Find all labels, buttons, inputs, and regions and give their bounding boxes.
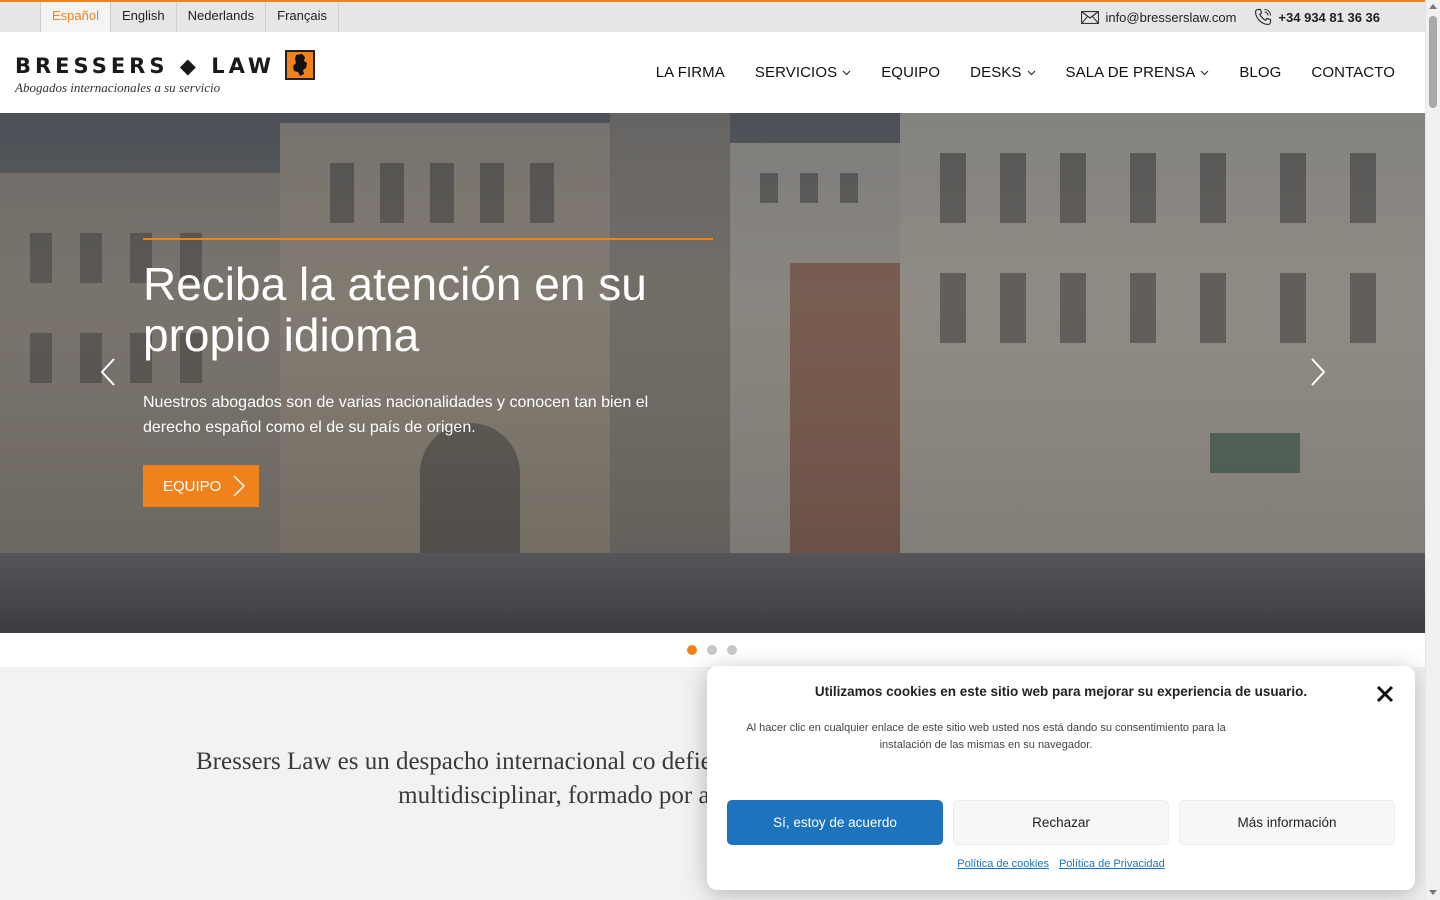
nav-la-firma[interactable]: LA FIRMA bbox=[656, 64, 725, 81]
cookie-title: Utilizamos cookies en este sitio web par… bbox=[814, 684, 1308, 699]
phone-link[interactable]: +34 934 81 36 36 bbox=[1254, 8, 1380, 26]
cookie-consent-dialog: Utilizamos cookies en este sitio web par… bbox=[707, 666, 1415, 890]
close-icon bbox=[1376, 685, 1394, 703]
email-text: info@bresserslaw.com bbox=[1105, 9, 1237, 25]
hero-title: Reciba la atención en su propio idioma bbox=[143, 258, 647, 361]
nav-label: BLOG bbox=[1239, 64, 1282, 81]
chevron-down-icon bbox=[842, 70, 851, 75]
slider-dot-1[interactable] bbox=[687, 645, 697, 655]
cookie-message: Al hacer clic en cualquier enlace de est… bbox=[746, 722, 1226, 751]
cookie-more-info-button[interactable]: Más información bbox=[1179, 800, 1395, 845]
slider-dot-3[interactable] bbox=[727, 645, 737, 655]
nav-desks[interactable]: DESKS bbox=[970, 64, 1035, 81]
slider-next-button[interactable] bbox=[1306, 355, 1330, 389]
cookie-policy-link[interactable]: Política de cookies bbox=[957, 858, 1049, 870]
nav-label: LA FIRMA bbox=[655, 64, 725, 81]
lang-espanol[interactable]: Español bbox=[40, 2, 111, 32]
cookie-policy-links: Política de cookies Política de Privacid… bbox=[707, 858, 1415, 870]
logo-wordmark: BRESSERS ◆ LAW bbox=[15, 54, 276, 78]
envelope-icon bbox=[1081, 10, 1100, 24]
top-bar: Español English Nederlands Français info… bbox=[0, 0, 1425, 32]
nav-equipo[interactable]: EQUIPO bbox=[881, 64, 940, 81]
nav-servicios[interactable]: SERVICIOS bbox=[755, 64, 851, 81]
cookie-deny-button[interactable]: Rechazar bbox=[953, 800, 1169, 845]
site-logo[interactable]: BRESSERS ◆ LAW Abogados internacionales … bbox=[15, 50, 315, 98]
scrollbar-thumb[interactable] bbox=[1429, 16, 1437, 108]
logo-tagline: Abogados internacionales a su servicio bbox=[15, 80, 221, 95]
hero-slider: Reciba la atención en su propio idioma N… bbox=[0, 113, 1425, 633]
equipo-button-label: EQUIPO bbox=[163, 477, 222, 495]
cookie-close-button[interactable] bbox=[1374, 683, 1396, 705]
slider-pagination bbox=[687, 645, 737, 655]
lang-english[interactable]: English bbox=[111, 2, 177, 32]
hero-description: Nuestros abogados son de varias nacional… bbox=[143, 394, 649, 436]
chevron-right-icon bbox=[233, 475, 246, 497]
nav-contacto[interactable]: CONTACTO bbox=[1311, 64, 1395, 81]
phone-icon bbox=[1255, 8, 1272, 26]
chevron-down-icon bbox=[1200, 70, 1209, 75]
slider-prev-button[interactable] bbox=[96, 355, 120, 389]
main-nav: LA FIRMA SERVICIOS EQUIPO DESKS SALA DE … bbox=[656, 32, 1395, 113]
email-link[interactable]: info@bresserslaw.com bbox=[1081, 10, 1236, 25]
top-contact: info@bresserslaw.com +34 934 81 36 36 bbox=[1081, 2, 1380, 32]
nav-sala-de-prensa[interactable]: SALA DE PRENSA bbox=[1066, 64, 1210, 81]
chevron-down-icon bbox=[1027, 70, 1035, 75]
netherlands-map-icon bbox=[285, 50, 315, 80]
chevron-right-icon bbox=[1311, 358, 1326, 386]
lang-nederlands[interactable]: Nederlands bbox=[177, 2, 267, 32]
language-switcher: Español English Nederlands Français bbox=[40, 2, 339, 32]
site-header: BRESSERS ◆ LAW Abogados internacionales … bbox=[0, 32, 1425, 113]
nav-blog[interactable]: BLOG bbox=[1239, 64, 1281, 81]
privacy-policy-link[interactable]: Política de Privacidad bbox=[1059, 858, 1165, 870]
slider-dot-2[interactable] bbox=[707, 645, 717, 655]
nav-label: DESKS bbox=[970, 64, 1022, 81]
street-ground bbox=[0, 553, 1425, 633]
equipo-button[interactable]: EQUIPO bbox=[143, 465, 259, 507]
chevron-left-icon bbox=[100, 358, 115, 386]
phone-text: +34 934 81 36 36 bbox=[1278, 9, 1380, 25]
nav-label: EQUIPO bbox=[881, 64, 941, 81]
scroll-up-arrow-icon[interactable] bbox=[1429, 4, 1437, 9]
scroll-down-arrow-icon[interactable] bbox=[1429, 890, 1437, 895]
hero-accent-line bbox=[143, 238, 713, 240]
nav-label: SALA DE PRENSA bbox=[1065, 64, 1196, 81]
nav-label: CONTACTO bbox=[1311, 64, 1395, 81]
page-scrollbar[interactable] bbox=[1425, 0, 1440, 900]
nav-label: SERVICIOS bbox=[754, 64, 838, 81]
lang-francais[interactable]: Français bbox=[266, 2, 339, 32]
cookie-accept-button[interactable]: Sí, estoy de acuerdo bbox=[727, 800, 943, 845]
